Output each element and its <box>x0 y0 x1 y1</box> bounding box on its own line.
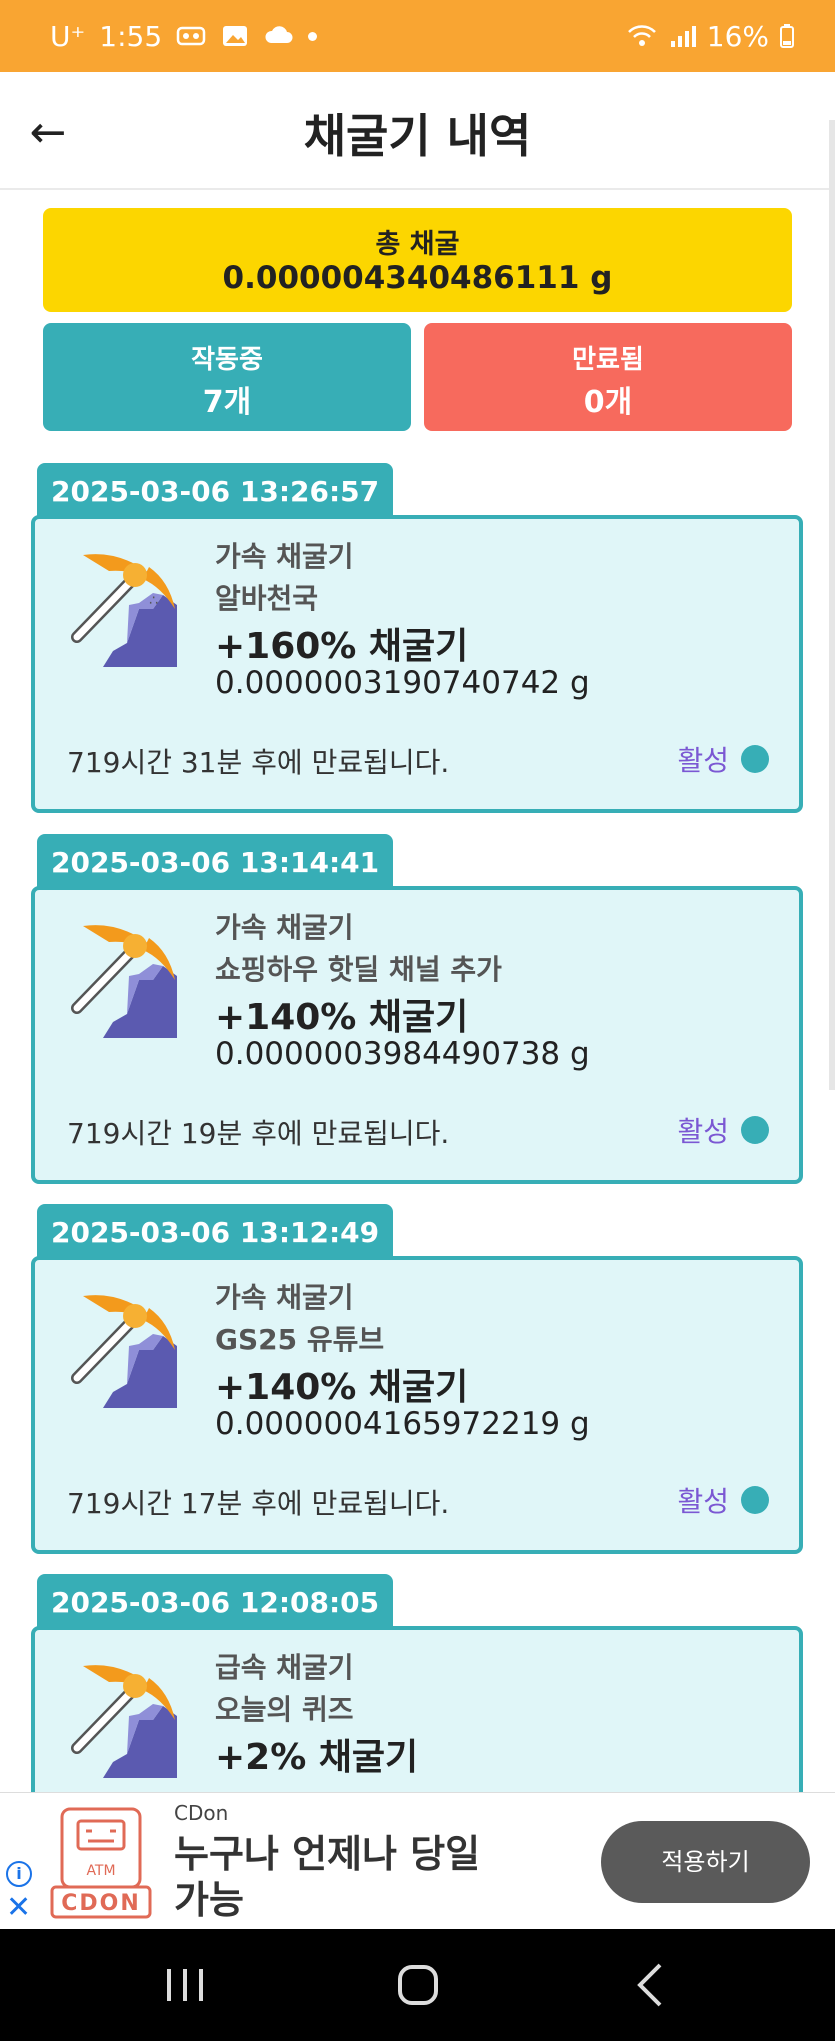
miner-source: GS25 유튜브 <box>215 1323 385 1356</box>
miner-card: 가속 채굴기 GS25 유튜브 +140% 채굴기 0.000000416597… <box>31 1256 803 1554</box>
total-label: 총 채굴 <box>375 229 460 260</box>
status-bar: U⁺ 1:55 16% <box>0 0 835 72</box>
miner-date: 2025-03-06 13:26:57 <box>37 463 394 518</box>
ad-headline: 누구나 언제나 당일 가능 <box>174 1832 481 1922</box>
status-label: 활성 <box>677 1485 729 1518</box>
vr-icon <box>176 26 206 46</box>
total-mining-box: 총 채굴 0.000004340486111 g <box>43 208 792 312</box>
logo-top-text: ATM <box>86 1863 115 1879</box>
miner-type: 가속 채굴기 <box>215 1281 354 1314</box>
miner-source: 쇼핑하우 핫딜 채널 추가 <box>215 953 502 986</box>
miner-type: 가속 채굴기 <box>215 540 354 573</box>
ad-info-icon[interactable]: i <box>6 1861 32 1887</box>
miner-source: 오늘의 퀴즈 <box>215 1693 354 1726</box>
pickaxe-icon <box>71 1295 177 1408</box>
miner-card: 가속 채굴기 쇼핑하우 핫딜 채널 추가 +140% 채굴기 0.0000003… <box>31 886 803 1184</box>
signal-icon <box>670 26 696 47</box>
clock: 1:55 <box>99 19 163 53</box>
miner-boost: +140% 채굴기 <box>215 1367 469 1408</box>
wifi-icon <box>627 25 656 46</box>
apply-button[interactable]: 적용하기 <box>601 1821 810 1903</box>
total-value: 0.000004340486111 g <box>222 260 613 296</box>
battery-icon <box>780 24 794 48</box>
home-icon[interactable] <box>378 1955 458 2015</box>
miner-amount: 0.0000003984490738 g <box>215 1036 590 1072</box>
miner-expire-text: 719시간 31분 후에 만료됩니다. <box>67 746 450 779</box>
miner-status: 활성 <box>677 739 769 779</box>
miner-amount: 0.0000004165972219 g <box>215 1406 590 1442</box>
active-count: 7개 <box>202 385 252 420</box>
pickaxe-icon <box>71 1665 177 1778</box>
logo-bottom-text: CDON <box>61 1891 141 1916</box>
battery-percent: 16% <box>706 19 769 53</box>
miner-type: 급속 채굴기 <box>215 1651 354 1684</box>
miner-boost: +140% 채굴기 <box>215 997 469 1038</box>
status-label: 활성 <box>677 744 729 777</box>
app-header: ← 채굴기 내역 <box>0 72 835 190</box>
miner-item[interactable]: 2025-03-06 12:08:05 급속 채굴기 오늘의 퀴즈 +2% 채굴… <box>31 1574 803 1792</box>
miner-item[interactable]: 2025-03-06 13:26:57 ∴ 가속 채굴기 알바천국 +160% … <box>31 463 803 815</box>
expired-label: 만료됨 <box>572 345 644 375</box>
miner-status: 활성 <box>677 1480 769 1520</box>
svg-text:∴: ∴ <box>149 593 158 609</box>
scrollbar[interactable] <box>829 120 835 1090</box>
miner-status: 활성 <box>677 1110 769 1150</box>
notification-dot-icon <box>308 31 318 41</box>
status-dot-icon <box>741 1116 769 1144</box>
ad-banner[interactable]: i ✕ ATM CDON CDon 누구나 언제나 당일 가능 적용하기 <box>0 1792 835 1929</box>
back-nav-icon[interactable] <box>612 1955 692 2015</box>
status-dot-icon <box>741 745 769 773</box>
active-count-box: 작동중 7개 <box>43 323 411 431</box>
miner-boost: +2% 채굴기 <box>215 1737 419 1778</box>
pickaxe-icon: ∴ <box>71 554 177 667</box>
active-label: 작동중 <box>191 345 263 375</box>
recent-apps-icon[interactable] <box>145 1955 225 2015</box>
miner-amount: 0.0000003190740742 g <box>215 665 590 701</box>
miner-expire-text: 719시간 19분 후에 만료됩니다. <box>67 1117 450 1150</box>
system-nav-bar <box>0 1929 835 2041</box>
miner-card: 급속 채굴기 오늘의 퀴즈 +2% 채굴기 <box>31 1626 803 1792</box>
miner-date: 2025-03-06 13:14:41 <box>37 834 394 889</box>
pickaxe-icon <box>71 925 177 1038</box>
expired-count: 0개 <box>583 385 633 420</box>
miner-item[interactable]: 2025-03-06 13:12:49 가속 채굴기 GS25 유튜브 +140… <box>31 1204 803 1556</box>
expired-count-box: 만료됨 0개 <box>424 323 792 431</box>
miner-date: 2025-03-06 12:08:05 <box>37 1574 394 1629</box>
status-dot-icon <box>741 1486 769 1514</box>
cloud-icon <box>265 26 293 43</box>
miner-item[interactable]: 2025-03-06 13:14:41 가속 채굴기 쇼핑하우 핫딜 채널 추가… <box>31 834 803 1186</box>
miner-boost: +160% 채굴기 <box>215 626 469 667</box>
carrier-label: U⁺ <box>50 19 86 53</box>
ad-close-icon[interactable]: ✕ <box>6 1893 31 1923</box>
page-title: 채굴기 내역 <box>303 109 532 163</box>
miner-source: 알바천국 <box>215 582 319 615</box>
miner-type: 가속 채굴기 <box>215 911 354 944</box>
miner-expire-text: 719시간 17분 후에 만료됩니다. <box>67 1487 450 1520</box>
cdon-logo: ATM CDON <box>50 1807 152 1919</box>
ad-brand: CDon <box>174 1801 229 1825</box>
gallery-icon <box>223 26 248 46</box>
miner-date: 2025-03-06 13:12:49 <box>37 1204 394 1259</box>
status-label: 활성 <box>677 1115 729 1148</box>
miner-card: ∴ 가속 채굴기 알바천국 +160% 채굴기 0.00000031907407… <box>31 515 803 813</box>
